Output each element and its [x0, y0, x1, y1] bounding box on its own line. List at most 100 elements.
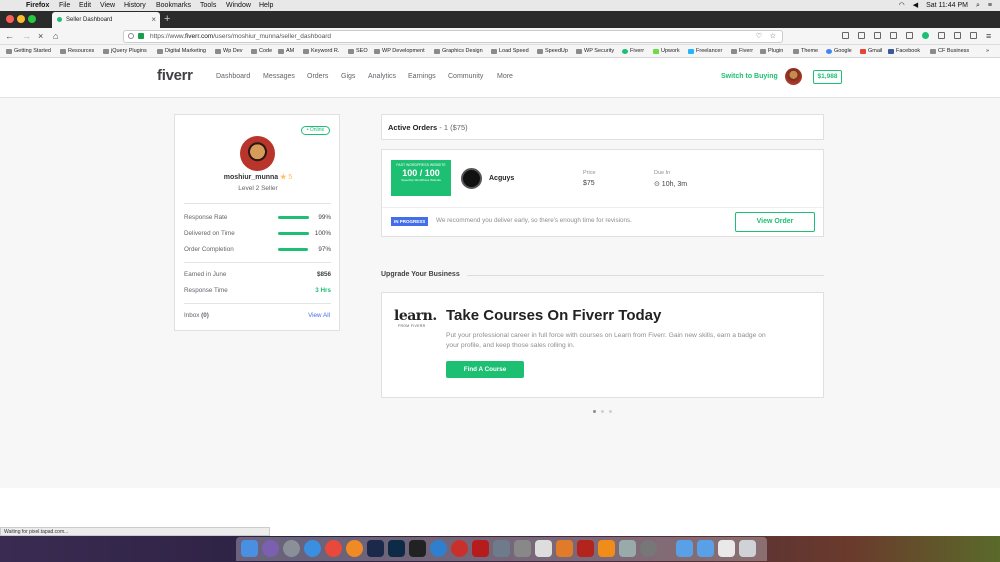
- address-bar[interactable]: https://www.fiverr.com/users/moshiur_mun…: [123, 30, 783, 43]
- stop-icon[interactable]: ×: [38, 30, 43, 42]
- bookmark-item[interactable]: Google: [826, 45, 852, 57]
- nav-more[interactable]: More: [497, 73, 513, 80]
- bookmark-item[interactable]: Freelancer: [688, 45, 722, 57]
- bookmark-item[interactable]: Upwork: [653, 45, 680, 57]
- extension-icon[interactable]: [970, 32, 977, 39]
- menu-tools[interactable]: Tools: [200, 0, 216, 11]
- bookmark-item[interactable]: WP Development: [374, 45, 425, 57]
- view-all-link[interactable]: View All: [308, 312, 330, 319]
- bookmark-item[interactable]: Plugin: [760, 45, 783, 57]
- forward-icon[interactable]: →: [22, 30, 31, 42]
- gig-thumbnail[interactable]: FAST WORDPRESS WEBSITE 100 / 100 SpeedUp…: [391, 160, 451, 196]
- bookmark-item[interactable]: Facebook: [888, 45, 920, 57]
- nav-dashboard[interactable]: Dashboard: [216, 73, 250, 80]
- extension-icon[interactable]: [954, 32, 961, 39]
- bookmark-star-icon[interactable]: ☆: [770, 31, 776, 42]
- username[interactable]: moshiur_munna: [224, 174, 278, 181]
- menu-edit[interactable]: Edit: [79, 0, 91, 11]
- app-icon[interactable]: [556, 540, 573, 557]
- vlc-icon[interactable]: [598, 540, 615, 557]
- profile-avatar[interactable]: [240, 136, 275, 171]
- home-icon[interactable]: ⌂: [53, 30, 58, 42]
- view-order-button[interactable]: View Order: [735, 212, 815, 232]
- bookmark-item[interactable]: Resources: [60, 45, 94, 57]
- pocket-icon[interactable]: ♡: [756, 31, 762, 42]
- buyer-avatar[interactable]: [461, 168, 482, 189]
- app-icon[interactable]: [451, 540, 468, 557]
- menu-hamburger-icon[interactable]: ≡: [986, 30, 991, 42]
- app-icon[interactable]: [493, 540, 510, 557]
- library-icon[interactable]: [842, 32, 849, 39]
- bookmark-item[interactable]: Digital Marketing: [157, 45, 206, 57]
- back-icon[interactable]: ←: [5, 30, 14, 42]
- extension-icon[interactable]: [938, 32, 945, 39]
- preview-icon[interactable]: [535, 540, 552, 557]
- carousel-dot[interactable]: [601, 410, 604, 413]
- eyedropper-icon[interactable]: [906, 32, 913, 39]
- bookmark-item[interactable]: AM: [278, 45, 294, 57]
- menu-clock[interactable]: Sat 11:44 PM: [926, 0, 968, 11]
- list-icon[interactable]: ≡: [988, 0, 992, 11]
- menu-view[interactable]: View: [100, 0, 115, 11]
- app-icon[interactable]: [619, 540, 636, 557]
- bookmark-item[interactable]: Wp Dev: [215, 45, 243, 57]
- extension-icon[interactable]: [890, 32, 897, 39]
- user-avatar[interactable]: [785, 68, 802, 85]
- filezilla-icon[interactable]: [472, 540, 489, 557]
- bookmark-item[interactable]: Code: [251, 45, 272, 57]
- launchpad-icon[interactable]: [283, 540, 300, 557]
- switch-to-buying-link[interactable]: Switch to Buying: [721, 73, 778, 80]
- firefox-icon[interactable]: [346, 540, 363, 557]
- lock-icon[interactable]: [138, 33, 144, 39]
- fiverr-logo[interactable]: fiverr: [157, 67, 193, 84]
- bookmark-item[interactable]: SEO: [348, 45, 368, 57]
- sourcetree-icon[interactable]: [367, 540, 384, 557]
- bookmark-item[interactable]: Getting Started: [6, 45, 51, 57]
- downloads-folder-icon[interactable]: [697, 540, 714, 557]
- bookmark-item[interactable]: Theme: [793, 45, 818, 57]
- active-orders-header[interactable]: Active Orders - 1 ($75): [381, 114, 824, 140]
- extension-icon[interactable]: [874, 32, 881, 39]
- menu-file[interactable]: File: [59, 0, 70, 11]
- app-icon[interactable]: [577, 540, 594, 557]
- nav-analytics[interactable]: Analytics: [368, 73, 396, 80]
- bookmark-item[interactable]: CF Business: [930, 45, 969, 57]
- menu-window[interactable]: Window: [226, 0, 251, 11]
- safari-icon[interactable]: [304, 540, 321, 557]
- tab-seller-dashboard[interactable]: Seller Dashboard ×: [52, 12, 160, 28]
- nav-earnings[interactable]: Earnings: [408, 73, 436, 80]
- balance-badge[interactable]: $1,988: [813, 70, 842, 84]
- sidebar-icon[interactable]: [858, 32, 865, 39]
- bookmark-item[interactable]: Keyword R.: [303, 45, 339, 57]
- carousel-dot[interactable]: [609, 410, 612, 413]
- nav-community[interactable]: Community: [448, 73, 483, 80]
- folder-icon[interactable]: [676, 540, 693, 557]
- terminal-icon[interactable]: [409, 540, 426, 557]
- menu-help[interactable]: Help: [259, 0, 273, 11]
- bookmark-item[interactable]: Load Speed: [491, 45, 529, 57]
- more-bookmarks-icon[interactable]: »: [986, 45, 989, 57]
- bookmark-item[interactable]: WP Security: [576, 45, 614, 57]
- app-menu[interactable]: Firefox: [26, 0, 49, 11]
- bookmark-item[interactable]: Graphics Design: [434, 45, 483, 57]
- globe-app-icon[interactable]: [430, 540, 447, 557]
- volume-icon[interactable]: ◀: [913, 0, 918, 11]
- buyer-name[interactable]: Acguys: [489, 175, 514, 182]
- menu-bookmarks[interactable]: Bookmarks: [156, 0, 191, 11]
- wifi-icon[interactable]: ◠: [899, 0, 905, 11]
- zoom-window-icon[interactable]: [28, 15, 36, 23]
- app-icon[interactable]: [718, 540, 735, 557]
- find-course-button[interactable]: Find A Course: [446, 361, 524, 378]
- close-window-icon[interactable]: [6, 15, 14, 23]
- finder-icon[interactable]: [241, 540, 258, 557]
- bookmark-item[interactable]: jQuery Plugins: [103, 45, 147, 57]
- photoshop-icon[interactable]: [388, 540, 405, 557]
- bookmark-item[interactable]: Gmail: [860, 45, 882, 57]
- trash-icon[interactable]: [739, 540, 756, 557]
- bookmark-item[interactable]: Fiverr: [622, 45, 644, 57]
- search-icon[interactable]: ⌕: [976, 0, 980, 11]
- menu-history[interactable]: History: [124, 0, 146, 11]
- nav-orders[interactable]: Orders: [307, 73, 328, 80]
- bookmark-item[interactable]: Fiverr: [731, 45, 753, 57]
- info-icon[interactable]: [128, 33, 134, 39]
